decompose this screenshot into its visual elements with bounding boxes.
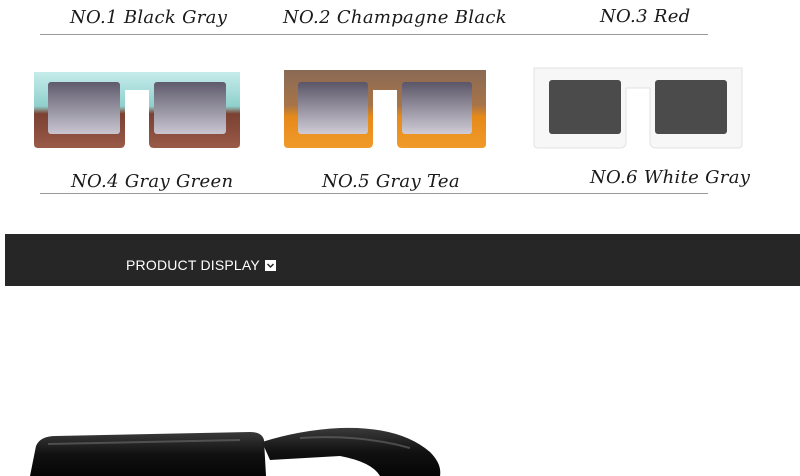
divider-line (40, 34, 708, 35)
variant-label-no6: NO.6 White Gray (590, 167, 751, 188)
product-photo-black-sunglasses (30, 427, 441, 476)
variant-label-no3: NO.3 Red (600, 6, 691, 27)
sunglasses-gray-tea-image (284, 70, 486, 148)
chevron-down-icon (264, 259, 276, 271)
variant-label-no5: NO.5 Gray Tea (322, 171, 460, 192)
banner-title-text: PRODUCT DISPLAY (126, 257, 260, 273)
variant-label-no4: NO.4 Gray Green (71, 171, 234, 192)
product-display-banner: PRODUCT DISPLAY (5, 234, 800, 286)
sunglasses-gray-green-image (34, 72, 240, 148)
variant-label-no2: NO.2 Champagne Black (283, 7, 507, 28)
banner-heading: PRODUCT DISPLAY (126, 257, 276, 273)
divider-line (40, 193, 708, 194)
sunglasses-white-gray-image (533, 67, 743, 149)
variant-label-no1: NO.1 Black Gray (70, 7, 228, 28)
